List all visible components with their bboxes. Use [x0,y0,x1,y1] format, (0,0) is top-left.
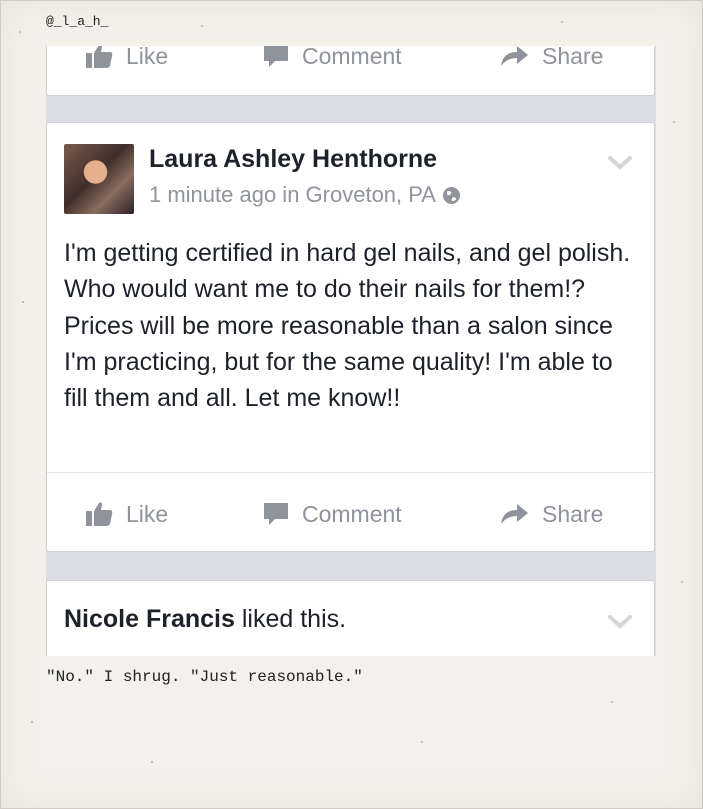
post-timestamp-location[interactable]: 1 minute ago in Groveton, PA [149,182,436,208]
watermark-handle: @_l_a_h_ [46,14,109,29]
thumbs-up-icon [86,46,113,68]
previous-post-actions: Like Comment Share [47,46,654,93]
comment-bubble-icon [264,503,288,525]
comment-button[interactable]: Comment [263,46,402,89]
previous-post-card: Like Comment Share [46,46,655,96]
caption-text: "No." I shrug. "Just reasonable." [46,668,363,686]
share-arrow-icon [501,46,528,66]
chevron-down-icon[interactable] [608,615,632,629]
post-body: I'm getting certified in hard gel nails,… [64,239,631,413]
globe-icon [442,186,461,204]
share-label: Share [542,500,604,527]
post-actions: Like Comment Share [47,481,654,547]
comment-button[interactable]: Comment [263,481,402,547]
thumbs-up-icon [86,502,113,526]
comment-label: Comment [302,46,402,69]
activity-card: Nicole Francis liked this. [46,580,655,656]
avatar[interactable] [64,144,134,214]
share-button[interactable]: Share [499,46,603,89]
comment-label: Comment [302,500,402,527]
comment-bubble-icon [264,46,288,67]
author-name[interactable]: Laura Ashley Henthorne [149,145,437,174]
chevron-down-icon[interactable] [608,156,632,170]
share-label: Share [542,46,604,69]
share-arrow-icon [501,504,528,524]
post-card: Laura Ashley Henthorne 1 minute ago in G… [46,122,655,552]
like-label: Like [126,46,169,69]
activity-text: Nicole Francis liked this. [64,605,346,634]
like-button[interactable]: Like [85,46,168,89]
like-label: Like [126,500,169,527]
activity-action: liked this. [234,605,347,633]
share-button[interactable]: Share [499,481,603,547]
facebook-screenshot: Like Comment Share Laura Ashley Henthorn… [46,46,656,656]
post-meta: 1 minute ago in Groveton, PA [149,182,461,208]
like-button[interactable]: Like [85,481,168,547]
activity-name[interactable]: Nicole Francis [64,605,235,633]
action-divider [47,472,654,473]
